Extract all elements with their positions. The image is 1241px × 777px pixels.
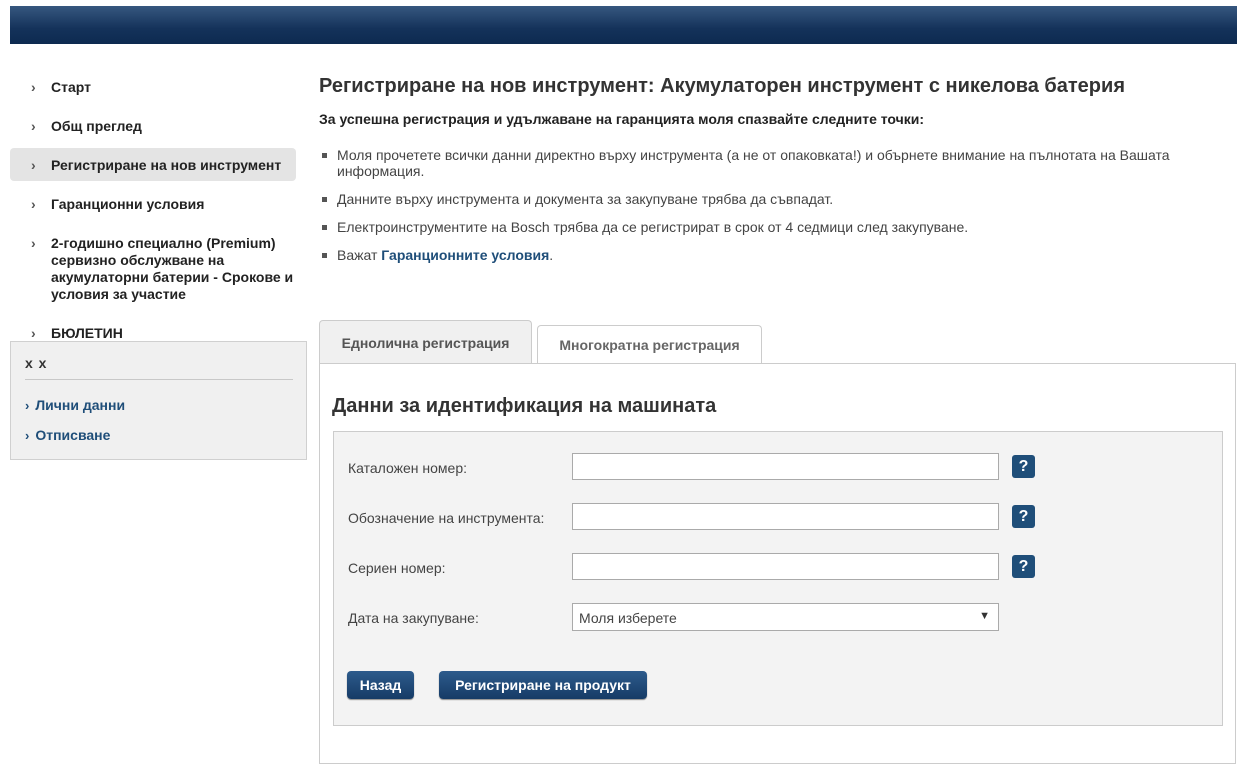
help-icon[interactable]: ? [1012,455,1035,478]
chevron-right-icon: › [31,157,36,173]
unsubscribe-link[interactable]: › Отписване [25,427,110,443]
serial-number-label: Сериен номер: [348,560,446,576]
personal-data-label: Лични данни [35,397,126,413]
chevron-right-icon: › [25,398,30,413]
tab-single-registration[interactable]: Еднолична регистрация [319,320,532,364]
sidebar-item-register[interactable]: › Регистриране на нов инструмент [10,148,296,181]
tool-designation-label: Обозначение на инструмента: [348,510,545,526]
catalog-number-input[interactable] [572,453,999,480]
help-icon[interactable]: ? [1012,505,1035,528]
serial-number-input[interactable] [572,553,999,580]
sidebar-item-label: 2-годишно специално (Premium) сервизно о… [51,235,294,302]
purchase-date-label: Дата на закупуване: [348,610,479,626]
purchase-date-value: Моля изберете [579,610,677,626]
dropdown-arrow-icon: ▼ [979,610,990,622]
sidebar-item-label: Общ преглед [51,118,142,134]
sidebar-item-label: Гаранционни условия [51,196,205,212]
list-item: Моля прочетете всички данни директно вър… [319,147,1229,179]
sidebar-item-label: Старт [51,79,91,95]
chevron-right-icon: › [31,118,36,134]
sidebar-item-premium-service[interactable]: › 2-годишно специално (Premium) сервизно… [10,226,296,310]
chevron-right-icon: › [31,235,36,251]
note-prefix: Важат [337,247,382,263]
register-product-button[interactable]: Регистриране на продукт [439,671,647,699]
chevron-right-icon: › [31,79,36,95]
page-title: Регистриране на нов инструмент: Акумулат… [319,75,1125,97]
purchase-date-select[interactable]: Моля изберете ▼ [572,603,999,631]
chevron-right-icon: › [31,196,36,212]
warranty-conditions-link[interactable]: Гаранционните условия [381,247,549,263]
panel-title: Данни за идентификация на машината [332,395,717,417]
main-content: Регистриране на нов инструмент: Акумулат… [319,74,1229,275]
chevron-right-icon: › [31,325,36,341]
tool-designation-input[interactable] [572,503,999,530]
chevron-right-icon: › [25,428,30,443]
account-name: x x [25,355,48,371]
top-header-bar [10,6,1237,44]
list-item: Важат Гаранционните условия. [319,247,1229,263]
personal-data-link[interactable]: › Лични данни [25,397,125,413]
sidebar-item-overview[interactable]: › Общ преглед [10,109,296,142]
unsubscribe-label: Отписване [35,427,111,443]
sidebar-item-label: Регистриране на нов инструмент [51,157,282,173]
list-item: Данните върху инструмента и документа за… [319,191,1229,207]
sidebar-item-warranty[interactable]: › Гаранционни условия [10,187,296,220]
list-item: Електроинструментите на Bosch трябва да … [319,219,1229,235]
sidebar-item-start[interactable]: › Старт [10,70,296,103]
sidebar-nav: › Старт › Общ преглед › Регистриране на … [10,70,296,349]
catalog-number-label: Каталожен номер: [348,460,468,476]
machine-form: Каталожен номер: ? Обозначение на инстру… [333,431,1223,726]
note-suffix: . [549,247,554,263]
help-icon[interactable]: ? [1012,555,1035,578]
divider [25,379,293,380]
sidebar-item-label: БЮЛЕТИН [51,325,123,341]
tab-multiple-registration[interactable]: Многократна регистрация [537,325,762,364]
instructions-list: Моля прочетете всички данни директно вър… [319,147,1229,263]
registration-panel: Данни за идентификация на машината Катал… [319,363,1236,764]
back-button[interactable]: Назад [347,671,414,699]
account-box: x x › Лични данни › Отписване [10,341,307,460]
intro-text: За успешна регистрация и удължаване на г… [319,111,925,127]
